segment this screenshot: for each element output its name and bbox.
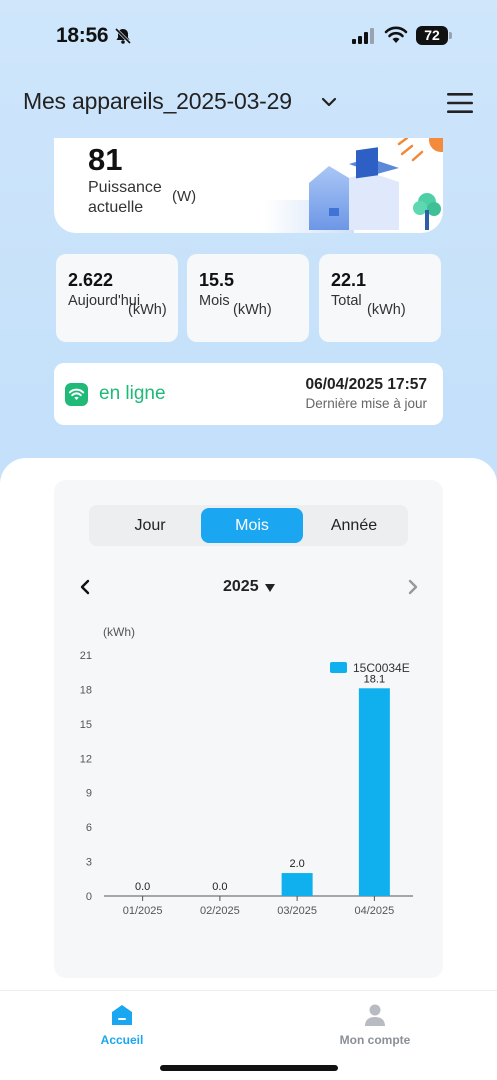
status-bar: 18:56 72 xyxy=(0,0,497,72)
connection-status-card: en ligne 06/04/2025 17:57 Dernière mise … xyxy=(54,363,443,425)
stat-value: 22.1 xyxy=(331,270,367,290)
bar-03-2025 xyxy=(281,873,313,896)
stat-unit: (kWh) xyxy=(128,302,167,318)
legend-swatch xyxy=(330,662,347,673)
year-selector[interactable]: 2025 xyxy=(223,578,259,596)
nav-mon-compte[interactable]: Mon compte xyxy=(320,1003,430,1047)
stat-total: 22.1 Total (kWh) xyxy=(319,254,441,342)
power-value: 81 xyxy=(88,142,123,177)
y-tick-label: 12 xyxy=(80,753,92,765)
tab-annee[interactable]: Année xyxy=(303,508,405,543)
home-icon xyxy=(112,1005,132,1025)
wifi-icon xyxy=(384,26,408,43)
chevron-right-icon[interactable] xyxy=(406,579,420,595)
current-power-card: 81 Puissance actuelle (W) xyxy=(54,138,443,233)
y-tick-label: 0 xyxy=(86,891,92,903)
stat-today: 2.622 Aujourd'hui (kWh) xyxy=(56,254,178,342)
data-label: 2.0 xyxy=(289,858,304,870)
stat-unit: (kWh) xyxy=(233,302,272,318)
last-update-time: 06/04/2025 17:57 xyxy=(305,376,427,393)
stat-label: Mois xyxy=(199,293,230,309)
menu-icon[interactable] xyxy=(446,92,474,114)
stat-value: 2.622 xyxy=(68,270,114,290)
device-selector-title[interactable]: Mes appareils_2025-03-29 xyxy=(23,88,292,115)
stat-unit: (kWh) xyxy=(367,302,406,318)
x-tick-label: 04/2025 xyxy=(354,905,394,917)
stat-value: 15.5 xyxy=(199,270,235,290)
period-tabs: Jour Mois Année xyxy=(89,505,408,546)
energy-chart-card: Jour Mois Année 2025 (kWh) 0 3 6 9 12 15 18 21 01… xyxy=(54,480,443,978)
stat-label: Aujourd'hui xyxy=(68,293,141,309)
tab-mois[interactable]: Mois xyxy=(201,508,303,543)
y-tick-label: 6 xyxy=(86,822,92,834)
caret-down-icon[interactable] xyxy=(265,584,275,592)
data-label: 0.0 xyxy=(212,881,227,893)
y-tick-label: 3 xyxy=(86,857,92,869)
wifi-status-icon xyxy=(65,383,88,406)
online-status-text: en ligne xyxy=(99,383,166,404)
power-unit: (W) xyxy=(172,188,197,205)
y-tick-label: 15 xyxy=(80,719,92,731)
data-label: 0.0 xyxy=(135,881,150,893)
battery-level: 72 xyxy=(416,26,448,45)
last-update-label: Dernière mise à jour xyxy=(305,396,427,411)
y-axis-label: (kWh) xyxy=(103,625,135,639)
nav-accueil[interactable]: Accueil xyxy=(67,1003,177,1047)
signal-icon xyxy=(352,28,374,44)
x-tick-label: 01/2025 xyxy=(123,905,163,917)
solar-house-illustration xyxy=(264,138,443,233)
x-tick-label: 02/2025 xyxy=(200,905,240,917)
main-panel: Jour Mois Année 2025 (kWh) 0 3 6 9 12 15 18 21 01… xyxy=(0,458,497,1080)
y-tick-label: 18 xyxy=(80,684,92,696)
user-icon xyxy=(365,1004,385,1026)
home-indicator xyxy=(160,1065,338,1071)
monthly-energy-chart: (kWh) 0 3 6 9 12 15 18 21 01/2025 0.0 02/2025 0.0 03/… xyxy=(80,625,413,917)
battery-indicator: 72 xyxy=(416,26,452,46)
y-tick-label: 9 xyxy=(86,788,92,800)
nav-label: Accueil xyxy=(100,1033,144,1047)
legend-label: 15C0034E xyxy=(353,661,410,675)
nav-label: Mon compte xyxy=(339,1033,411,1047)
power-label: Puissance actuelle xyxy=(88,179,162,216)
data-label: 18.1 xyxy=(364,673,385,685)
x-tick-label: 03/2025 xyxy=(277,905,317,917)
status-time: 18:56 xyxy=(56,24,109,47)
battery-tip xyxy=(449,32,452,39)
chevron-left-icon[interactable] xyxy=(78,579,92,595)
chevron-down-icon[interactable] xyxy=(320,96,338,108)
bell-off-icon xyxy=(114,27,132,45)
y-tick-label: 21 xyxy=(80,650,92,662)
stat-label: Total xyxy=(331,293,362,309)
stat-month: 15.5 Mois (kWh) xyxy=(187,254,309,342)
tab-jour[interactable]: Jour xyxy=(99,508,201,543)
bar-04-2025 xyxy=(358,688,390,896)
